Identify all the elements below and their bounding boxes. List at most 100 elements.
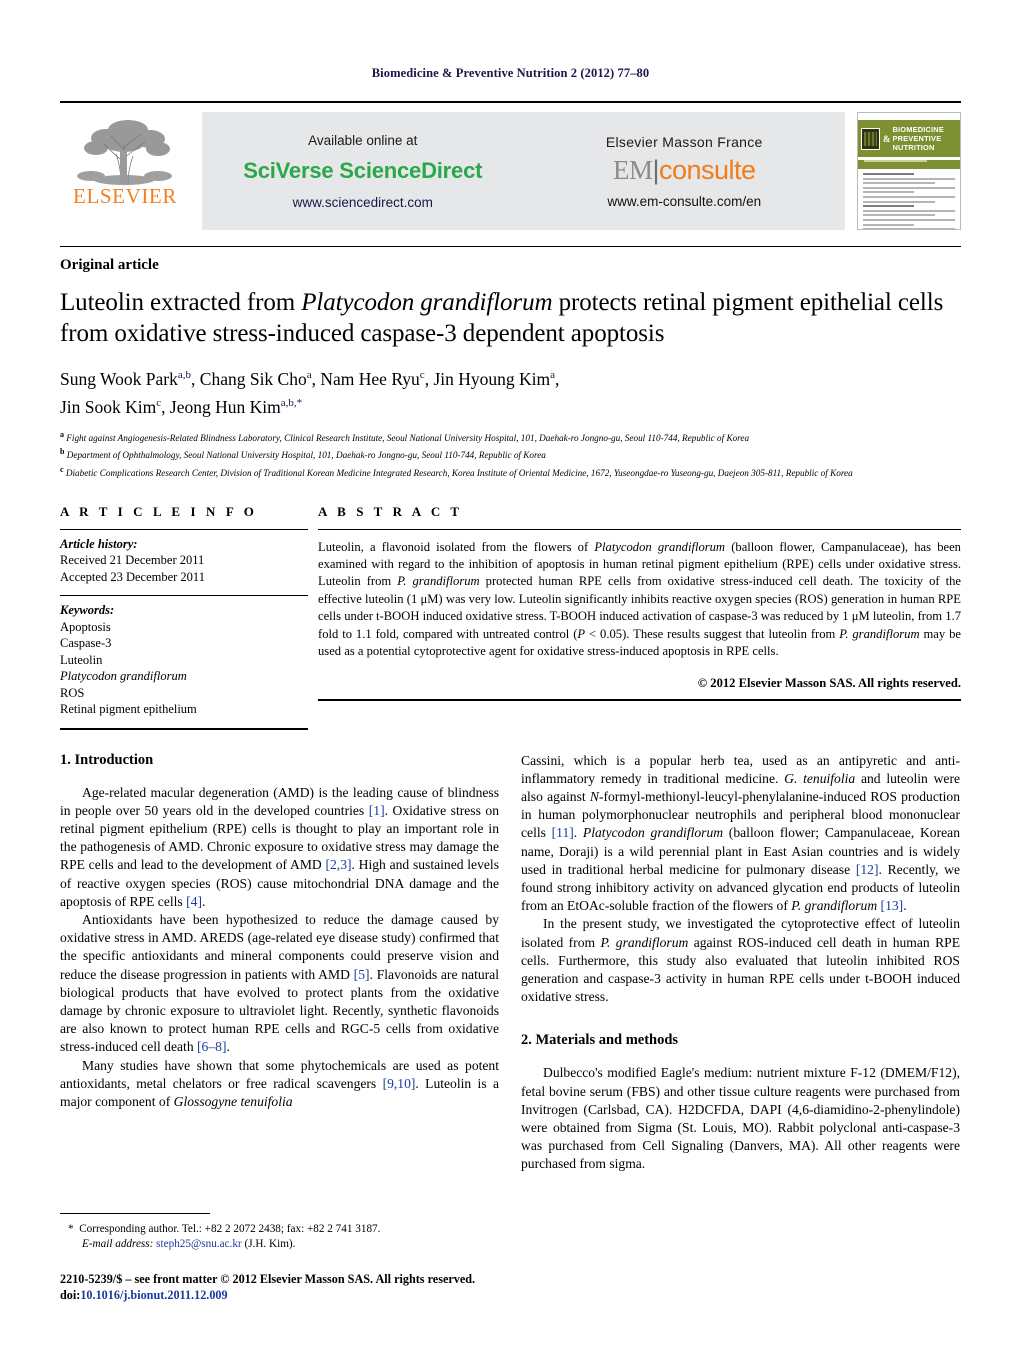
cover-title-line-1: BIOMEDICINE (892, 125, 944, 134)
title-species-name: Platycodon grandiflorum (301, 289, 553, 316)
accepted-date: Accepted 23 December 2011 (60, 569, 205, 584)
affiliation-mark-c: c (60, 464, 64, 474)
citation-ref[interactable]: [11] (552, 825, 574, 840)
citation-ref[interactable]: [1] (369, 803, 385, 818)
corresponding-author-mark: a,b,* (280, 396, 303, 409)
corresponding-author-text: Corresponding author. Tel.: +82 2 2072 2… (79, 1223, 381, 1235)
keyword-italic: Platycodon grandiflorum (60, 669, 187, 684)
p3-chem-prefix: N (589, 789, 599, 805)
cover-top-strip (858, 113, 960, 120)
sciverse-sciencedirect-logo: SciVerse ScienceDirect (243, 157, 483, 183)
corresponding-author-mark: * (68, 1223, 74, 1235)
abstract-column: A B S T R A C T Luteolin, a flavonoid is… (318, 504, 961, 730)
intro-paragraph-1: Age-related macular degeneration (AMD) i… (60, 784, 499, 911)
keyword-item: Luteolin (60, 652, 103, 667)
citation-ref[interactable]: [5] (354, 967, 370, 982)
emconsulte-consulte-text: consulte (658, 154, 756, 185)
section-heading-materials-methods: 2. Materials and methods (521, 1032, 679, 1049)
author-name: Sung Wook Park (60, 368, 178, 389)
journal-article-page: Biomedicine & Preventive Nutrition 2 (20… (0, 0, 1021, 1351)
keyword-item: ROS (60, 685, 85, 700)
keywords-label: Keywords: (60, 603, 115, 618)
doi-link[interactable]: 10.1016/j.bionut.2011.12.009 (80, 1288, 227, 1302)
abstract-species-1: Platycodon grandiflorum (594, 539, 726, 554)
emconsulte-block: Elsevier Masson France EM|consulte www.e… (524, 112, 846, 230)
p3-species-2: G. tenuifolia (784, 770, 856, 786)
article-history-group: Article history: Received 21 December 20… (60, 530, 308, 596)
article-info-column: A R T I C L E I N F O Article history: R… (60, 504, 308, 730)
author-list: Sung Wook Parka,b, Chang Sik Choa, Nam H… (60, 363, 961, 419)
abstract-seg-1: Luteolin, a flavonoid isolated from the … (318, 539, 595, 554)
body-column-right: Cassini, which is a popular herb tea, us… (521, 752, 960, 1174)
intro-paragraph-4: In the present study, we investigated th… (521, 915, 960, 1006)
article-type-label: Original article (60, 257, 159, 273)
cover-subtitle-band (858, 160, 960, 169)
citation-ref[interactable]: [13] (881, 898, 904, 913)
received-date: Received 21 December 2011 (60, 553, 205, 568)
section-heading-introduction: 1. Introduction (60, 751, 154, 768)
citation-ref[interactable]: [9,10] (383, 1076, 416, 1091)
abstract-species-3: P. grandiflorum (839, 626, 920, 641)
author-separator: , (555, 368, 560, 389)
elsevier-logo: ELSEVIER (60, 112, 190, 207)
masthead-banner: ELSEVIER Available online at SciVerse Sc… (60, 101, 961, 234)
citation-ref[interactable]: [4] (186, 894, 202, 909)
front-matter-note: 2210-5239/$ – see front matter © 2012 El… (60, 1271, 499, 1303)
availability-banner: Available online at SciVerse ScienceDire… (202, 112, 845, 230)
cover-photo-icon (861, 127, 880, 150)
cover-header-band: & BIOMEDICINE PREVENTIVE NUTRITION (858, 120, 960, 157)
abstract-species-2: P. grandiflorum (397, 574, 480, 589)
citation-ref[interactable]: [12] (856, 862, 879, 877)
p3-seg-10: . (903, 898, 907, 914)
body-columns: 1. Introduction Age-related macular dege… (60, 752, 961, 1174)
author-name: Jin Sook Kim (60, 396, 157, 417)
affiliation-b: b Department of Ophthalmology, Seoul Nat… (60, 446, 961, 462)
info-abstract-region: A R T I C L E I N F O Article history: R… (60, 504, 961, 730)
author-separator: , Chang Sik Cho (191, 368, 307, 389)
p3-seg-6: . (573, 825, 583, 841)
email-address-label: E-mail address: (82, 1238, 154, 1250)
issn-front-matter-text: 2210-5239/$ – see front matter © 2012 El… (60, 1272, 476, 1286)
sciencedirect-block: Available online at SciVerse ScienceDire… (202, 112, 524, 230)
methods-seg-1: Dulbecco's modified Eagle's medium: nutr… (521, 1065, 960, 1172)
affiliation-text-a: Fight against Angiogenesis-Related Blind… (66, 432, 750, 443)
citation-ref[interactable]: [2,3] (325, 857, 351, 872)
p3-species-3: Platycodon grandiflorum (582, 825, 724, 841)
cover-journal-title: BIOMEDICINE PREVENTIVE NUTRITION (893, 125, 958, 152)
elsevier-masson-france-label: Elsevier Masson France (605, 133, 763, 150)
p3-species-4: P. grandiflorum (791, 898, 878, 914)
author-separator: , Nam Hee Ryu (311, 368, 420, 389)
journal-cover-thumbnail[interactable]: & BIOMEDICINE PREVENTIVE NUTRITION (857, 112, 961, 230)
emconsulte-em-text: EM (612, 154, 653, 185)
affiliation-mark-b: b (60, 447, 65, 457)
keyword-item: Platycodon grandiflorum (60, 668, 308, 685)
abstract-seg-4: < 0.05). These results suggest that lute… (585, 626, 840, 641)
emconsulte-url[interactable]: www.em-consulte.com/en (607, 194, 761, 209)
affiliation-text-b: Department of Ophthalmology, Seoul Natio… (66, 450, 546, 461)
article-info-heading: A R T I C L E I N F O (60, 503, 258, 519)
page-title: Luteolin extracted from Platycodon grand… (60, 287, 961, 349)
citation-ref[interactable]: [6–8] (197, 1039, 226, 1054)
methods-paragraph-1: Dulbecco's modified Eagle's medium: nutr… (521, 1064, 960, 1173)
emconsulte-logo: EM|consulte (612, 154, 756, 185)
footnote-divider (60, 1213, 210, 1214)
cover-title-line-2: PREVENTIVE NUTRITION (892, 134, 942, 152)
sciencedirect-url[interactable]: www.sciencedirect.com (293, 195, 433, 210)
cover-contents-lines (858, 169, 960, 229)
title-block: Original article Luteolin extracted from… (60, 246, 961, 480)
abstract-heading: A B S T R A C T (318, 503, 463, 519)
keyword-item: Caspase-3 (60, 636, 112, 651)
p4-species-1: P. grandiflorum (600, 934, 689, 950)
author-affiliation-mark: a,b (177, 369, 192, 381)
article-history-label: Article history: (60, 536, 138, 551)
keyword-item: Retinal pigment epithelium (60, 702, 197, 717)
keyword-item: Apoptosis (60, 619, 111, 634)
affiliation-text-c: Diabetic Complications Research Center, … (65, 468, 853, 479)
cover-ampersand: & (883, 133, 891, 144)
email-link[interactable]: steph25@snu.ac.kr (156, 1238, 242, 1250)
running-head: Biomedicine & Preventive Nutrition 2 (20… (371, 66, 650, 80)
doi-label: doi: (60, 1288, 81, 1302)
info-rule-bottom (60, 727, 308, 730)
elsevier-tree-icon (77, 120, 172, 185)
body-column-left: 1. Introduction Age-related macular dege… (60, 752, 499, 1174)
